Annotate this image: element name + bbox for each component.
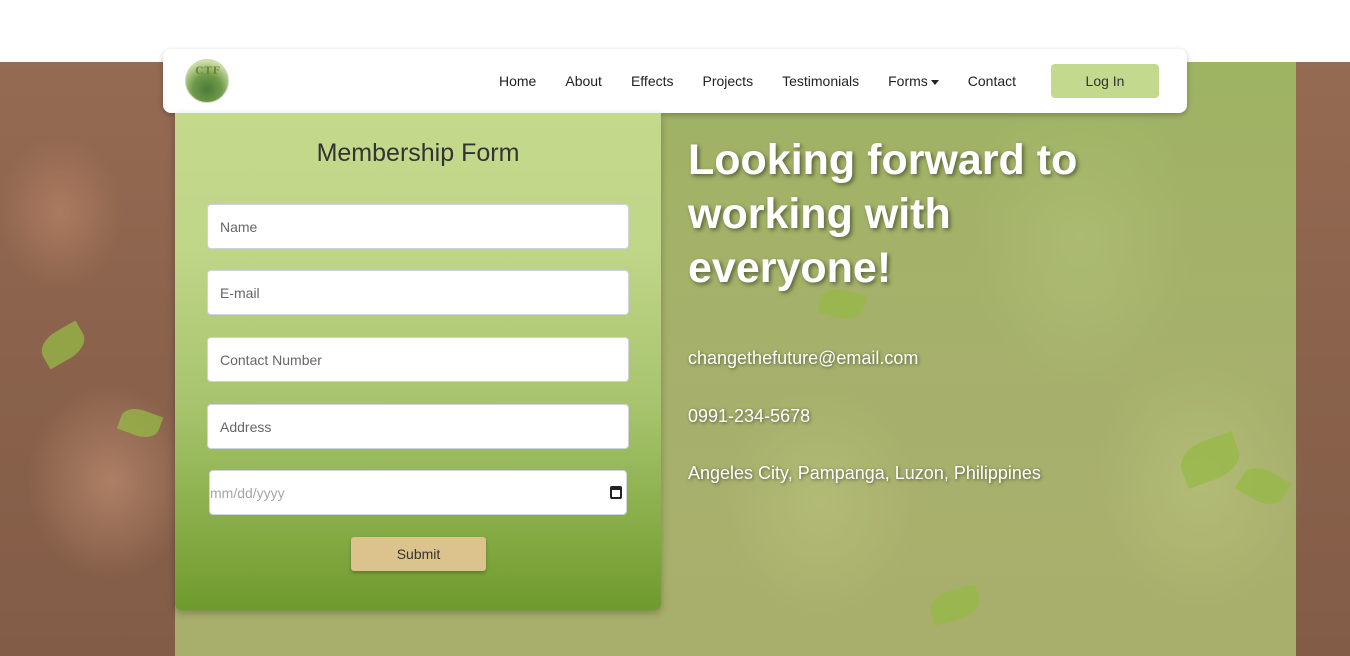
login-button[interactable]: Log In [1051, 64, 1159, 98]
contact-number-input[interactable] [207, 337, 629, 382]
page: CTF Home About Effects Projects Testimon… [0, 0, 1350, 656]
logo-text: CTF [195, 66, 221, 77]
contact-phone: 0991-234-5678 [688, 406, 811, 426]
nav-link-contact[interactable]: Contact [968, 73, 1016, 89]
membership-form: Membership Form mm/dd/yyyy Submit [175, 113, 661, 610]
date-placeholder: mm/dd/yyyy [210, 485, 285, 501]
hero-left-edge [0, 62, 175, 656]
calendar-icon[interactable] [610, 486, 622, 499]
nav-link-testimonials[interactable]: Testimonials [782, 73, 859, 89]
nav-link-home[interactable]: Home [499, 73, 536, 89]
contact-email: changethefuture@email.com [688, 348, 919, 368]
form-title: Membership Form [316, 139, 520, 167]
date-input[interactable]: mm/dd/yyyy [209, 470, 627, 515]
logo-icon[interactable]: CTF [185, 59, 229, 103]
nav-dropdown-forms[interactable]: Forms [888, 73, 939, 89]
contact-address: Angeles City, Pampanga, Luzon, Philippin… [688, 463, 1041, 483]
nav-link-about[interactable]: About [565, 73, 602, 89]
name-input[interactable] [207, 204, 629, 249]
hero-right-edge [1296, 62, 1350, 656]
nav-links: Home About Effects Projects Testimonials… [499, 49, 1045, 113]
nav-link-forms-label: Forms [888, 73, 928, 89]
chevron-down-icon [930, 79, 939, 85]
email-input[interactable] [207, 270, 629, 315]
submit-button[interactable]: Submit [351, 537, 486, 571]
address-input[interactable] [207, 404, 629, 449]
hero-headline: Looking forward to working with everyone… [688, 136, 1078, 292]
nav-link-projects[interactable]: Projects [703, 73, 754, 89]
nav-link-effects[interactable]: Effects [631, 73, 674, 89]
navbar: CTF Home About Effects Projects Testimon… [163, 49, 1187, 113]
